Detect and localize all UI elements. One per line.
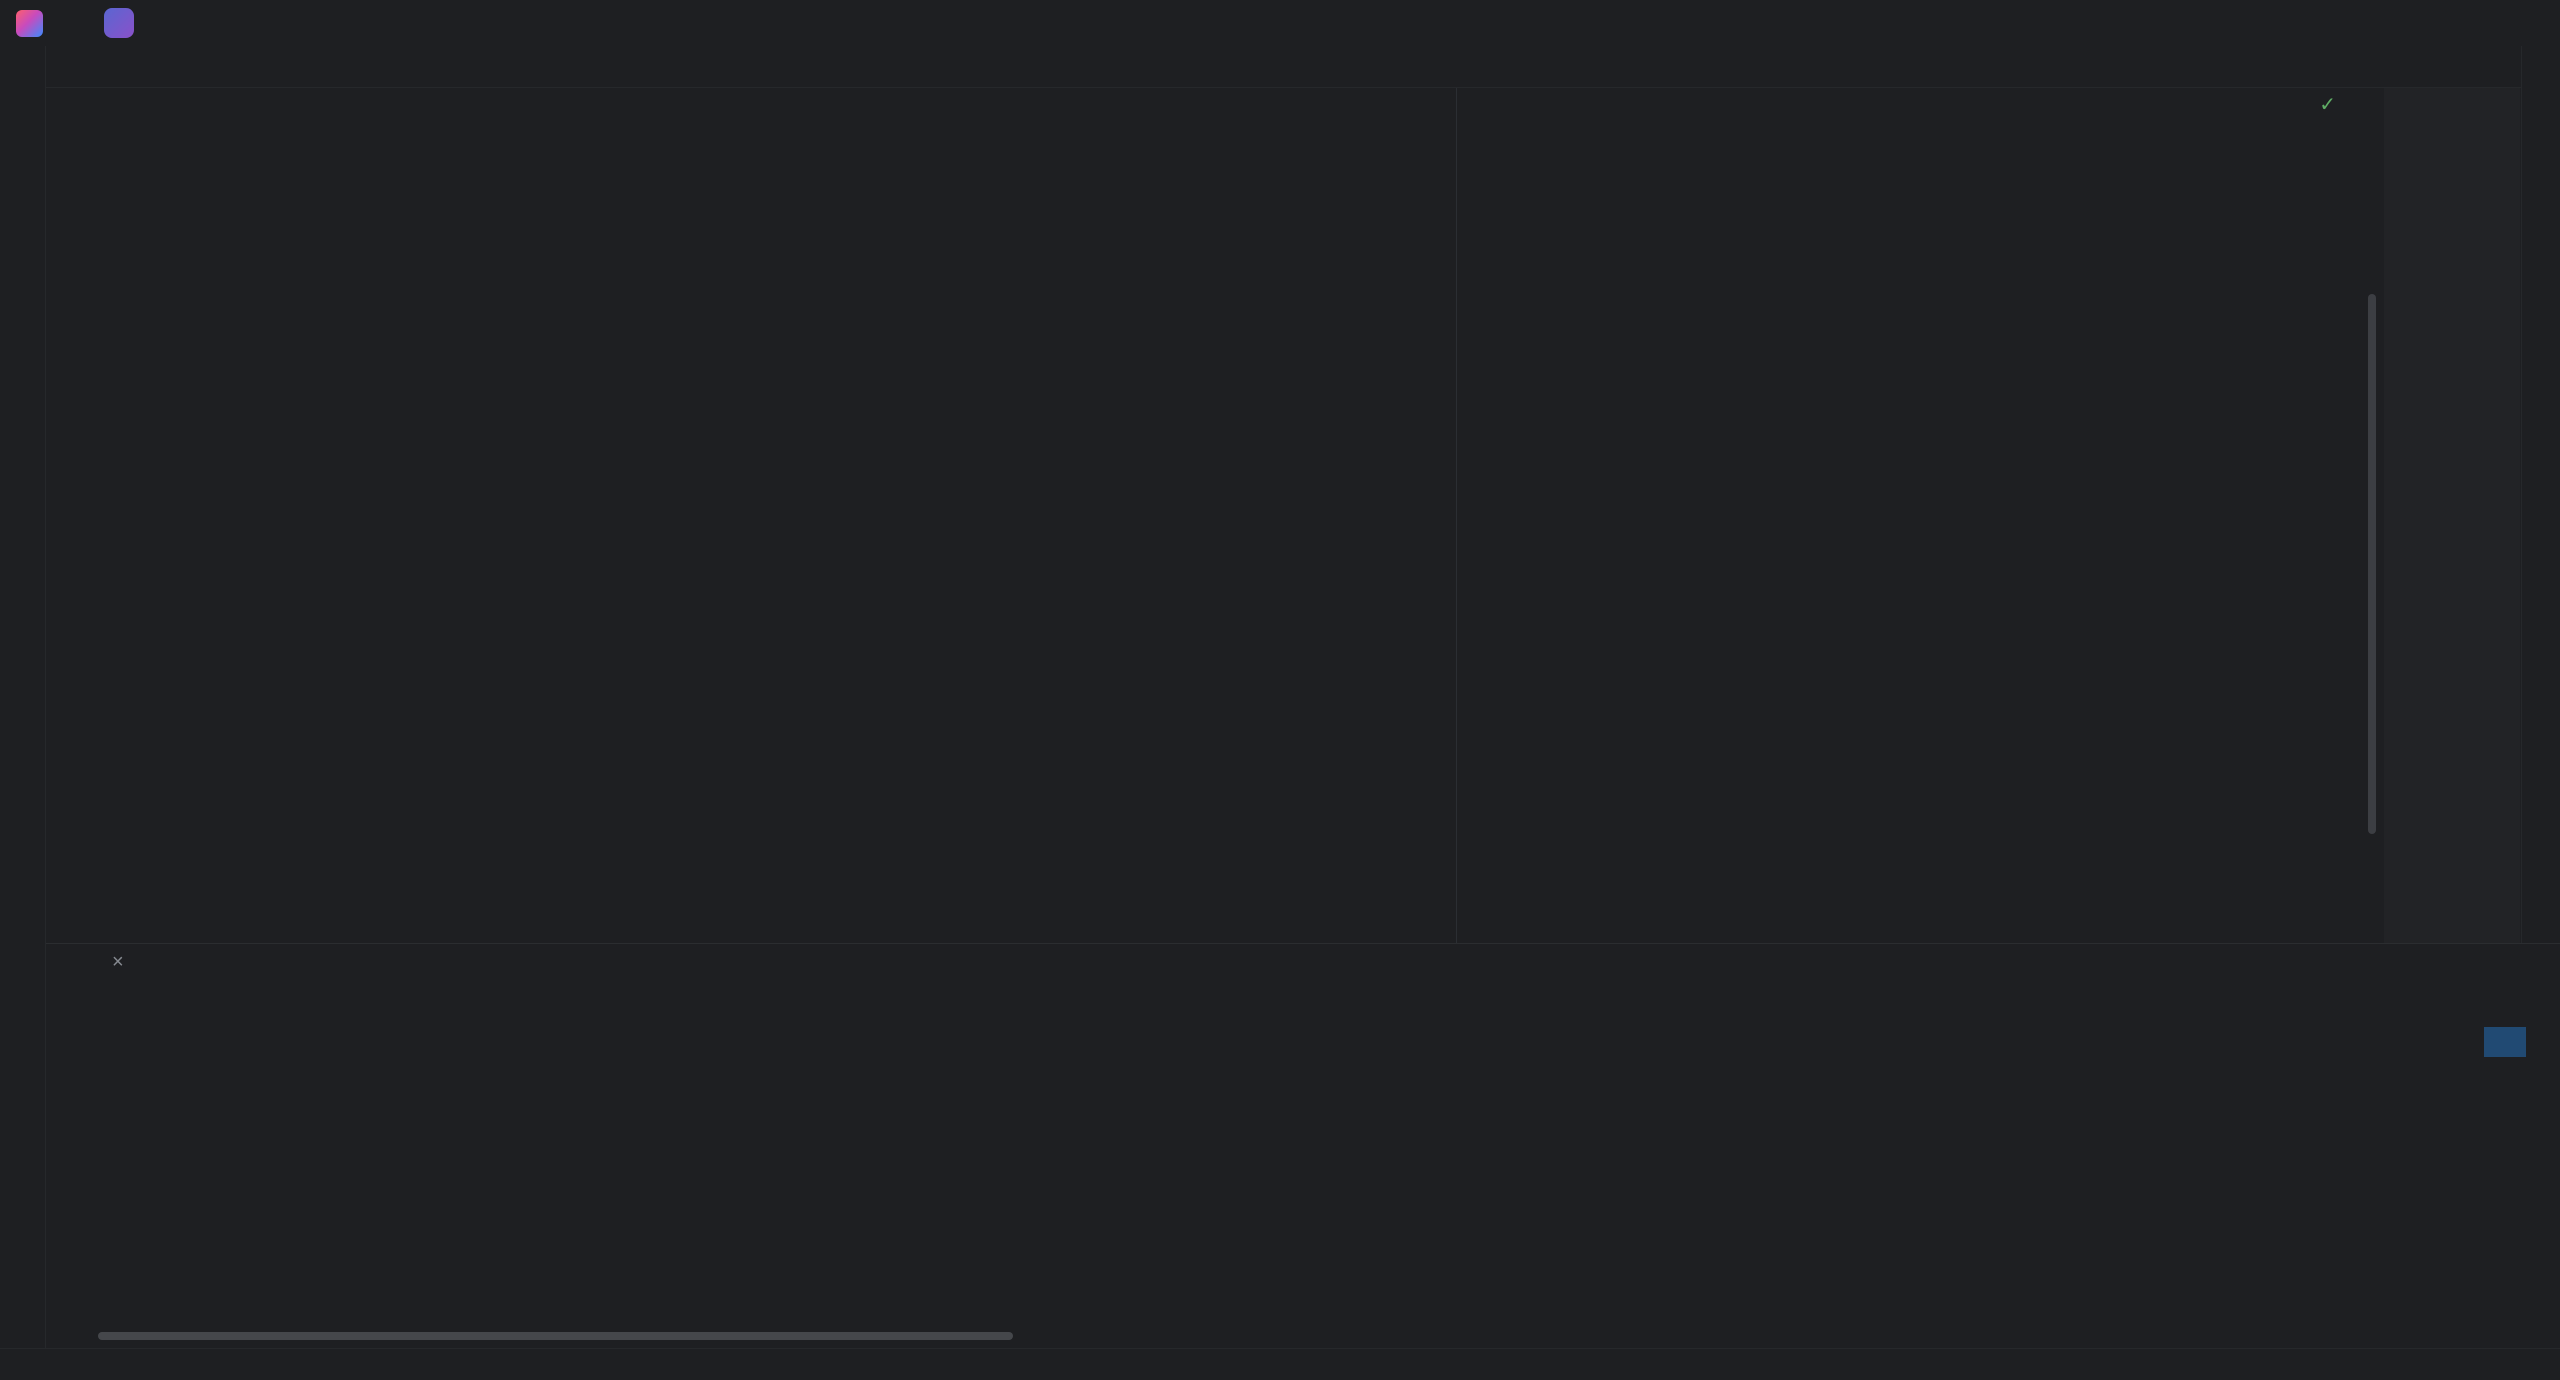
more-actions-icon[interactable] [2114,5,2152,41]
run-button[interactable] [2030,5,2068,41]
run-configuration-widget[interactable] [1990,19,2026,27]
idea-logo-icon [16,10,43,37]
close-button[interactable] [2502,4,2550,42]
hamburger-menu-icon[interactable] [52,5,90,41]
editor-tab-bar [0,46,2560,88]
user-account-icon[interactable] [2230,5,2268,41]
inspection-status[interactable]: ✓ [2319,92,2341,117]
editor-vertical-scrollbar[interactable] [2368,294,2376,834]
settings-gear-icon[interactable] [2356,5,2394,41]
left-tool-strip [0,46,46,1348]
minimize-button[interactable] [2398,4,2446,42]
debug-button[interactable] [2072,5,2110,41]
branch-widget[interactable] [164,19,200,27]
run-panel-tab[interactable]: × [92,951,124,974]
console-horizontal-scrollbar[interactable] [98,1332,1013,1340]
run-panel-toolbar [46,980,2560,1022]
project-avatar [104,8,134,38]
editor[interactable]: ✓ [46,88,2521,943]
app-menu-button[interactable] [10,5,48,41]
right-margin-guide [1456,88,1457,943]
search-everywhere-icon[interactable] [2314,5,2352,41]
title-bar [0,0,2560,46]
inspections-widget: ✓ [2305,92,2369,117]
console-output[interactable] [98,1024,2524,1300]
close-tab-icon[interactable]: × [112,951,124,974]
minimap[interactable] [2384,88,2520,943]
translate-icon[interactable] [2272,5,2310,41]
run-panel-header: × [46,944,2560,980]
run-tool-window: × [46,943,2560,1348]
check-icon: ✓ [2319,92,2336,117]
project-widget[interactable] [94,4,160,42]
editor-lines[interactable] [46,88,2521,90]
status-bar [0,1348,2560,1380]
maximize-button[interactable] [2450,4,2498,42]
